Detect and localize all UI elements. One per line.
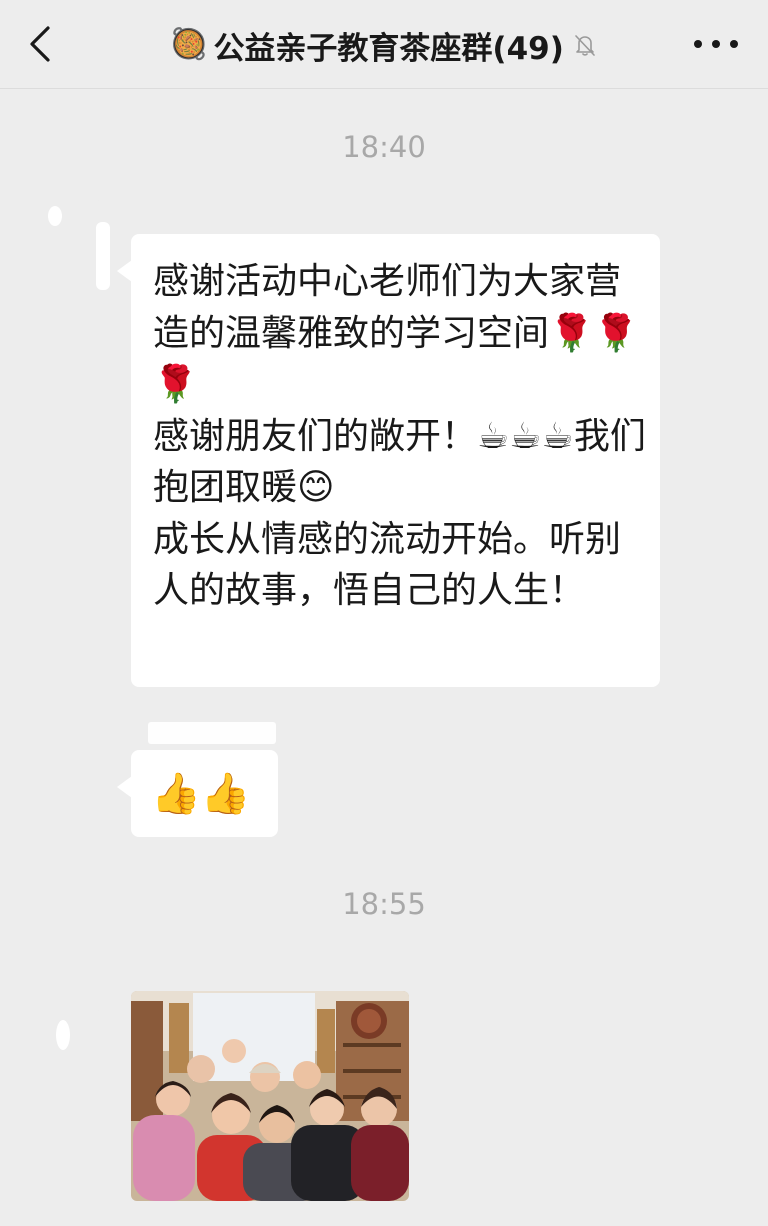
avatar[interactable]: [44, 1010, 104, 1070]
sender-name: [148, 722, 276, 744]
timestamp: 18:40: [342, 130, 426, 164]
message-text: 感谢活动中心老师们为大家营造的温馨雅致的学习空间🌹🌹🌹 感谢朋友们的敞开！☕☕☕…: [153, 261, 646, 611]
message-bubble[interactable]: 👍👍: [117, 750, 278, 837]
back-button[interactable]: [22, 24, 62, 64]
message-bubble[interactable]: 感谢活动中心老师们为大家营造的温馨雅致的学习空间🌹🌹🌹 感谢朋友们的敞开！☕☕☕…: [117, 234, 660, 687]
group-photo[interactable]: [131, 991, 409, 1201]
avatar[interactable]: [44, 200, 110, 290]
chat-title: 🥘 公益亲子教育茶座群(49): [120, 20, 648, 70]
thumbs-up-emoji: 👍👍: [151, 771, 251, 817]
bell-off-icon: [575, 35, 595, 56]
timestamp: 18:55: [342, 887, 426, 921]
ellipsis-icon: [694, 40, 702, 48]
hotpot-emoji: 🥘: [170, 27, 208, 62]
more-button[interactable]: [694, 32, 738, 56]
group-photo-image: [131, 991, 409, 1201]
chevron-left-icon: [30, 26, 50, 62]
chat-header: 🥘 公益亲子教育茶座群(49): [0, 0, 768, 89]
group-name: 公益亲子教育茶座群(49): [213, 30, 564, 67]
